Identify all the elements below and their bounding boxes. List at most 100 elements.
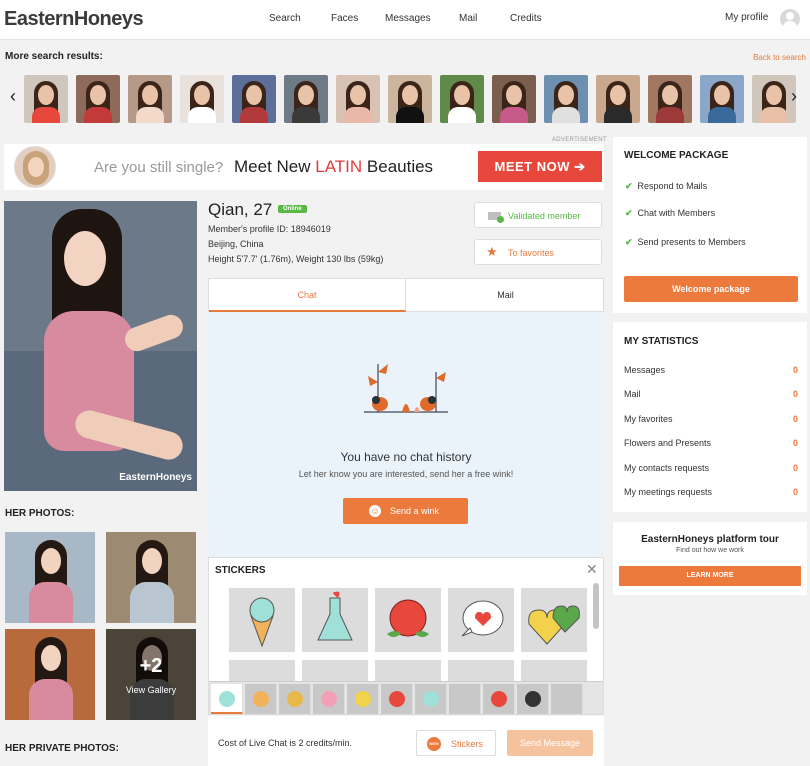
ad-question: Are you still single? [94, 159, 224, 176]
search-result-thumb[interactable] [232, 75, 276, 123]
search-result-thumb[interactable] [544, 75, 588, 123]
my-statistics-card: MY STATISTICS Messages 0 Mail 0 My favorit… [613, 322, 807, 512]
sticker-tab[interactable] [517, 684, 549, 714]
new-badge: NEW [427, 737, 441, 751]
user-avatar-icon[interactable] [780, 9, 800, 29]
stat-label: Flowers and Presents [624, 438, 712, 448]
search-result-thumb[interactable] [76, 75, 120, 123]
stat-label: Mail [624, 389, 641, 399]
meet-now-button[interactable]: MEET NOW ➔ [478, 151, 602, 182]
welcome-package-button[interactable]: Welcome package [624, 276, 798, 302]
send-message-button[interactable]: Send Message [507, 730, 593, 756]
chevron-right-icon[interactable]: › [791, 86, 797, 107]
search-result-thumb[interactable] [180, 75, 224, 123]
check-icon: ✔ [625, 208, 633, 218]
my-profile-link[interactable]: My profile [725, 12, 768, 23]
tab-mail[interactable]: Mail [407, 279, 604, 312]
sticker-tab[interactable] [551, 684, 583, 714]
more-results-title: More search results: [5, 51, 103, 62]
search-result-thumb[interactable] [284, 75, 328, 123]
search-result-thumb[interactable] [440, 75, 484, 123]
platform-tour-card: EasternHoneys platform tour Find out how… [613, 522, 807, 595]
nav-faces[interactable]: Faces [331, 13, 358, 24]
stat-value: 0 [792, 365, 798, 375]
sticker-tab[interactable] [415, 684, 447, 714]
search-result-thumb[interactable] [336, 75, 380, 123]
chevron-left-icon[interactable]: ‹ [10, 86, 16, 107]
stat-row[interactable]: Mail 0 [624, 389, 798, 399]
sticker-tab[interactable] [347, 684, 379, 714]
sticker-tab[interactable] [313, 684, 345, 714]
nav-mail[interactable]: Mail [459, 13, 477, 24]
perk-label: Send presents to Members [637, 237, 746, 247]
favorites-label: To favorites [508, 248, 555, 258]
sticker-tab[interactable] [381, 684, 413, 714]
search-result-thumb[interactable] [24, 75, 68, 123]
close-icon[interactable]: ✕ [586, 561, 598, 578]
search-result-thumb[interactable] [700, 75, 744, 123]
stat-value: 0 [792, 438, 798, 448]
sticker-tab[interactable] [211, 684, 243, 714]
sticker-potion[interactable] [302, 588, 368, 652]
perk-item: ✔ Respond to Mails [625, 181, 707, 192]
sticker-tab[interactable] [449, 684, 481, 714]
search-result-thumb[interactable] [388, 75, 432, 123]
sticker-rose[interactable] [375, 588, 441, 652]
wink-hint-text: Let her know you are interested, send he… [298, 469, 514, 479]
stat-row[interactable]: Messages 0 [624, 365, 798, 375]
ad-headline-post: Beauties [362, 157, 434, 176]
stat-row[interactable]: My favorites 0 [624, 414, 798, 424]
ad-headline: Meet New LATIN Beauties [234, 157, 433, 177]
stickers-panel: STICKERS ✕ [208, 557, 604, 715]
chat-cost-text: Cost of Live Chat is 2 credits/min. [218, 738, 353, 748]
chat-tabs: Chat Mail [208, 278, 604, 312]
search-result-thumb[interactable] [128, 75, 172, 123]
empty-chat-illustration [364, 364, 448, 413]
no-chat-history-text: You have no chat history [340, 450, 472, 464]
stickers-scrollbar[interactable] [593, 583, 599, 629]
sticker-ice-cream[interactable] [229, 588, 295, 652]
stat-row[interactable]: Flowers and Presents 0 [624, 438, 798, 448]
to-favorites-button[interactable]: ★ To favorites [474, 239, 602, 265]
stat-value: 0 [792, 389, 798, 399]
sticker-tab[interactable] [483, 684, 515, 714]
tab-chat[interactable]: Chat [209, 279, 406, 312]
learn-more-button[interactable]: LEARN MORE [619, 566, 801, 586]
validated-member-button[interactable]: Validated member [474, 202, 602, 228]
photo-thumb[interactable] [5, 629, 95, 720]
stat-value: 0 [792, 463, 798, 473]
search-result-thumb[interactable] [752, 75, 796, 123]
search-result-thumb[interactable] [648, 75, 692, 123]
sticker-hearts[interactable] [521, 588, 587, 652]
her-photos-title: HER PHOTOS: [5, 508, 75, 519]
nav-messages[interactable]: Messages [385, 13, 431, 24]
sticker-heart-bubble[interactable] [448, 588, 514, 652]
platform-tour-subtitle: Find out how we work [676, 547, 744, 554]
nav-credits[interactable]: Credits [510, 13, 542, 24]
sticker-tab[interactable] [279, 684, 311, 714]
back-to-search-link[interactable]: Back to search [753, 53, 806, 62]
stat-row[interactable]: My meetings requests 0 [624, 487, 798, 497]
search-result-thumb[interactable] [596, 75, 640, 123]
site-logo[interactable]: EasternHoneys [4, 8, 144, 31]
nav-search[interactable]: Search [269, 13, 301, 24]
search-result-thumb[interactable] [492, 75, 536, 123]
photo-thumb[interactable] [5, 532, 95, 623]
stat-row[interactable]: My contacts requests 0 [624, 463, 798, 473]
main-profile-photo[interactable]: EasternHoneys [4, 201, 197, 491]
stickers-button[interactable]: NEW Stickers [416, 730, 496, 756]
chat-composer: Cost of Live Chat is 2 credits/min. NEW … [208, 716, 604, 766]
ad-label: ADVERTISEMENT [552, 137, 607, 143]
check-icon: ✔ [625, 237, 633, 247]
star-icon: ★ [486, 244, 498, 259]
sticker-category-bar [209, 681, 603, 714]
sticker-tab[interactable] [245, 684, 277, 714]
view-gallery-tile[interactable]: +2 View Gallery [106, 629, 196, 720]
validated-label: Validated member [508, 211, 581, 221]
profile-name: Qian, 27 [208, 200, 273, 219]
photo-thumb[interactable] [106, 532, 196, 623]
perk-label: Respond to Mails [637, 181, 708, 191]
advertisement-banner[interactable]: Are you still single? Meet New LATIN Bea… [4, 144, 604, 190]
stat-value: 0 [792, 414, 798, 424]
send-wink-button[interactable]: ☺ Send a wink [343, 498, 468, 524]
